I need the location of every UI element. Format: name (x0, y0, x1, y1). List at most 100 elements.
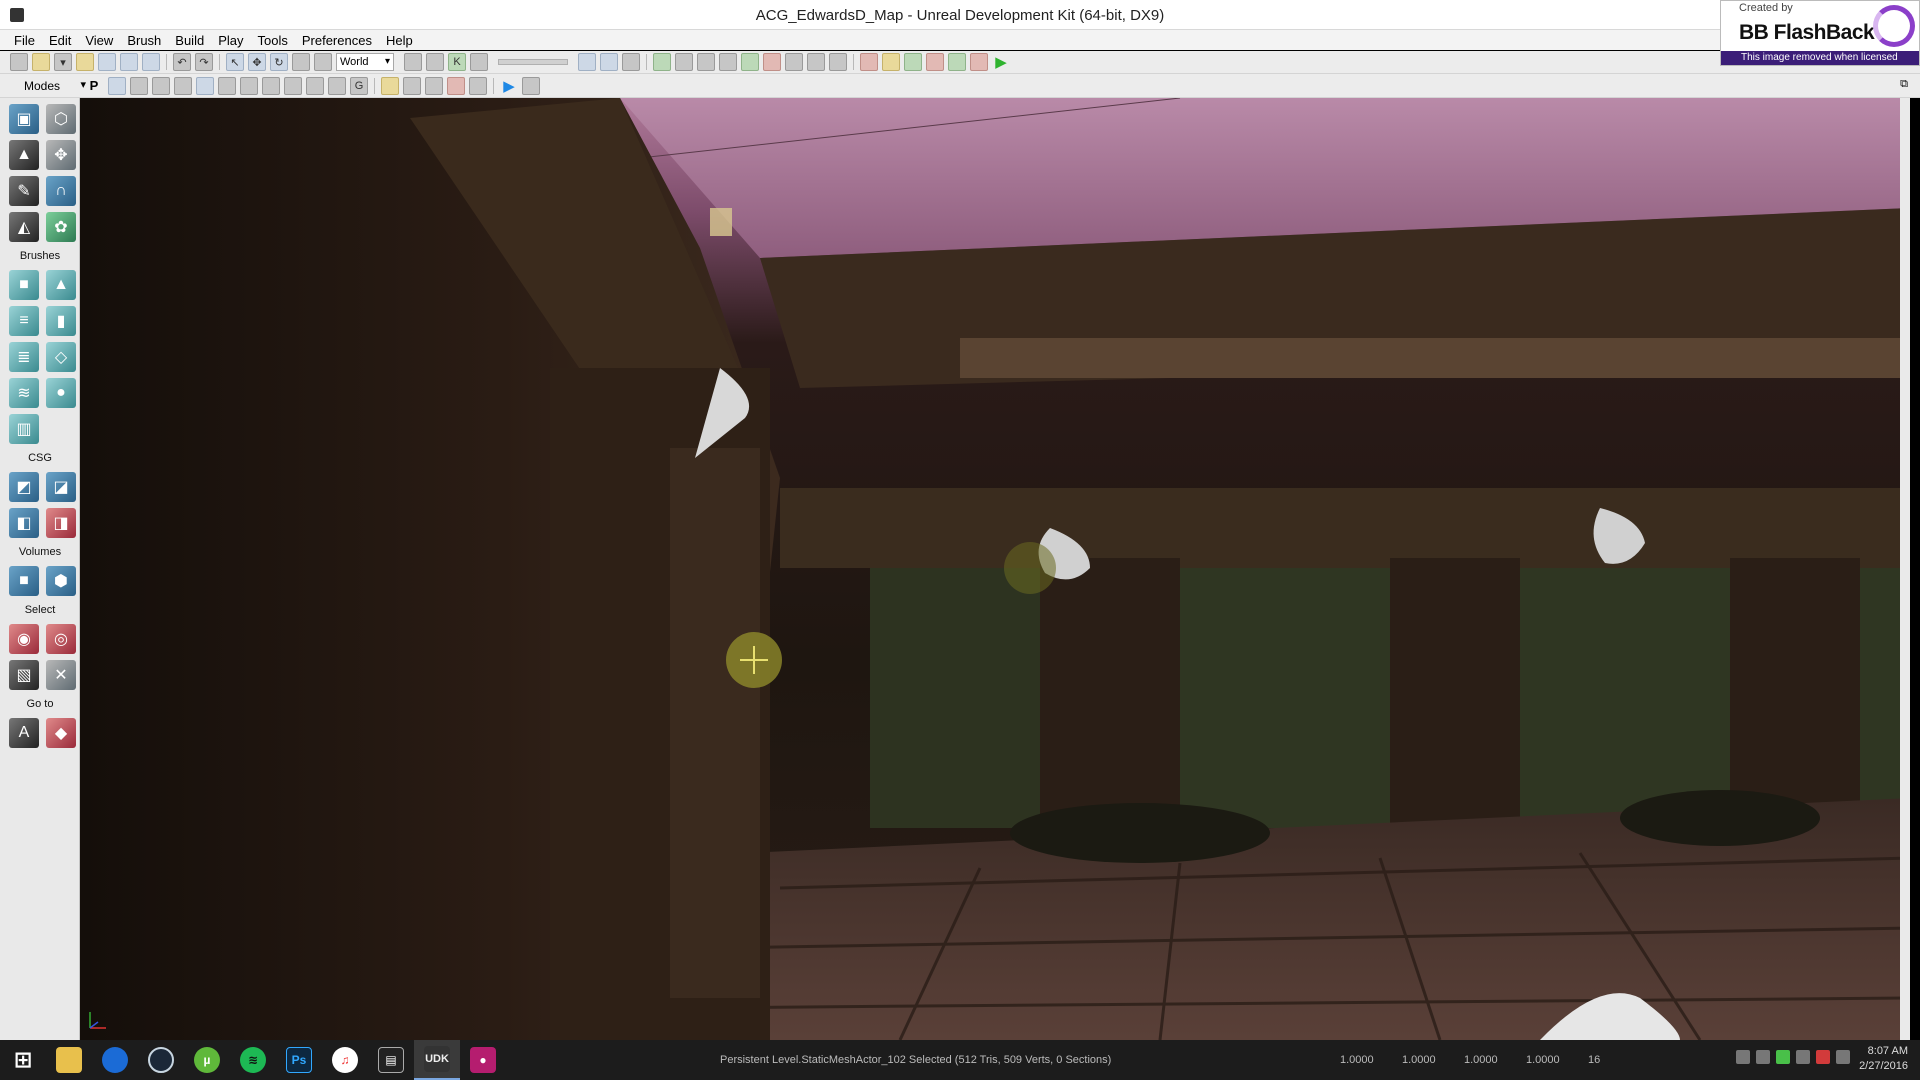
show-selected-icon[interactable]: ◉ (9, 624, 39, 654)
csg-intersect-icon[interactable]: ◧ (9, 508, 39, 538)
taskbar-browser[interactable] (92, 1040, 138, 1080)
menu-play[interactable]: Play (218, 33, 243, 48)
path-nodes-alt-icon[interactable] (719, 53, 737, 71)
viewport-options-icon[interactable] (522, 76, 540, 95)
spiral-stair-brush-icon[interactable]: ≋ (9, 378, 39, 408)
menu-edit[interactable]: Edit (49, 33, 71, 48)
taskbar-spotify[interactable]: ≋ (230, 1040, 276, 1080)
menu-file[interactable]: File (14, 33, 35, 48)
taskbar-itunes[interactable]: ♫ (322, 1040, 368, 1080)
shader-complexity-icon[interactable] (306, 76, 324, 95)
taskbar-video[interactable]: ▤ (368, 1040, 414, 1080)
mobile-preview-icon[interactable] (904, 53, 922, 71)
menu-build[interactable]: Build (175, 33, 204, 48)
build-paths-icon[interactable] (622, 53, 640, 71)
select-mode-icon[interactable]: ↖ (226, 53, 244, 71)
play-in-viewport-icon[interactable]: ▶ (500, 77, 518, 95)
invert-selection-icon[interactable]: ▧ (9, 660, 39, 690)
lit-icon[interactable] (196, 76, 214, 95)
perspective-toggle[interactable]: P (86, 78, 102, 93)
geometry-mode-icon[interactable]: ⬡ (46, 104, 76, 134)
volume-icon[interactable] (1836, 1050, 1850, 1064)
lighting-quality-icon[interactable] (741, 53, 759, 71)
build-all-icon[interactable] (653, 53, 671, 71)
scale-nonuniform-icon[interactable] (314, 53, 332, 71)
csg-deintersect-icon[interactable]: ◨ (46, 508, 76, 538)
wireframe-icon[interactable] (152, 76, 170, 95)
save-all-icon[interactable] (120, 53, 138, 71)
menu-tools[interactable]: Tools (258, 33, 288, 48)
kismet-list-icon[interactable] (426, 53, 444, 71)
notifications-icon[interactable] (1796, 1050, 1810, 1064)
keyboard-icon[interactable] (1736, 1050, 1750, 1064)
redo-icon[interactable]: ↷ (195, 53, 213, 71)
build-lighting-icon[interactable] (600, 53, 618, 71)
lighting-info-icon[interactable] (763, 53, 781, 71)
lock-icon[interactable] (381, 76, 399, 95)
perspective-viewport[interactable] (80, 98, 1910, 1040)
cylinder-brush-icon[interactable]: ▮ (46, 306, 76, 336)
lightmap-density-icon[interactable] (328, 76, 346, 95)
curved-stair-brush-icon[interactable]: ≡ (9, 306, 39, 336)
csg-subtract-icon[interactable]: ◪ (46, 472, 76, 502)
mesh-paint-icon[interactable]: ✎ (9, 176, 39, 206)
menu-preferences[interactable]: Preferences (302, 33, 372, 48)
translate-mode-icon[interactable]: ✥ (248, 53, 266, 71)
modes-dropdown[interactable]: Modes (10, 78, 86, 93)
play-in-editor-icon[interactable]: ▶ (992, 53, 1010, 71)
build-geometry-icon[interactable] (578, 53, 596, 71)
brush-wireframe-icon[interactable] (130, 76, 148, 95)
taskbar-utorrent[interactable]: µ (184, 1040, 230, 1080)
volume-list-icon[interactable]: ⬢ (46, 566, 76, 596)
detail-lighting-icon[interactable] (218, 76, 236, 95)
restore-viewport-icon[interactable]: ⧉ (1900, 78, 1908, 91)
cone-brush-icon[interactable]: ▲ (46, 270, 76, 300)
sphere-brush-icon[interactable]: ● (46, 378, 76, 408)
terrain-mode-icon[interactable]: ▲ (9, 140, 39, 170)
cover-nodes-icon[interactable] (675, 53, 693, 71)
drag-grid-x[interactable]: 1.0000 (1340, 1054, 1402, 1066)
eye-icon[interactable] (403, 76, 421, 95)
taskbar-file-explorer[interactable] (46, 1040, 92, 1080)
unlit-icon[interactable] (174, 76, 192, 95)
hide-selected-icon[interactable]: ◎ (46, 624, 76, 654)
texture-align-icon[interactable]: ✥ (46, 140, 76, 170)
gear-icon[interactable] (829, 53, 847, 71)
actor-lock-icon[interactable] (447, 76, 465, 95)
taskbar-recorder[interactable]: ● (460, 1040, 506, 1080)
favorites-icon[interactable] (76, 53, 94, 71)
coordinate-system-select[interactable]: World (336, 53, 394, 71)
static-mesh-icon[interactable] (785, 53, 803, 71)
stats-icon[interactable] (807, 53, 825, 71)
fracture-mode-icon[interactable]: ◭ (9, 212, 39, 242)
add-volume-icon[interactable]: ■ (9, 566, 39, 596)
realtime-icon[interactable] (108, 76, 126, 95)
network-icon[interactable] (1756, 1050, 1770, 1064)
game-view-icon[interactable]: G (350, 76, 368, 95)
volumetric-brush-icon[interactable]: ▥ (9, 414, 39, 444)
save-as-icon[interactable] (142, 53, 160, 71)
camera-mode-icon[interactable]: ▣ (9, 104, 39, 134)
menu-view[interactable]: View (85, 33, 113, 48)
light-complexity-icon[interactable] (262, 76, 280, 95)
maximize-viewport-icon[interactable] (469, 76, 487, 95)
binoculars-icon[interactable] (404, 53, 422, 71)
open-level-icon[interactable] (32, 53, 50, 71)
linear-stair-brush-icon[interactable]: ≣ (9, 342, 39, 372)
sheet-brush-icon[interactable]: ◇ (46, 342, 76, 372)
texture-density-icon[interactable] (284, 76, 302, 95)
goto-builder-brush-icon[interactable]: ◆ (46, 718, 76, 748)
menu-brush[interactable]: Brush (127, 33, 161, 48)
cube-brush-icon[interactable]: ■ (9, 270, 39, 300)
open-dropdown-icon[interactable]: ▾ (54, 53, 72, 71)
foliage-mode-icon[interactable]: ✿ (46, 212, 76, 242)
lighting-only-icon[interactable] (240, 76, 258, 95)
path-nodes-icon[interactable] (697, 53, 715, 71)
content-browser-icon[interactable] (470, 53, 488, 71)
camera-speed-icon[interactable] (425, 76, 443, 95)
record-icon[interactable] (926, 53, 944, 71)
antivirus-icon[interactable] (1816, 1050, 1830, 1064)
landscape-mode-icon[interactable]: ∩ (46, 176, 76, 206)
taskbar-steam[interactable] (138, 1040, 184, 1080)
level-browser-icon[interactable] (882, 53, 900, 71)
